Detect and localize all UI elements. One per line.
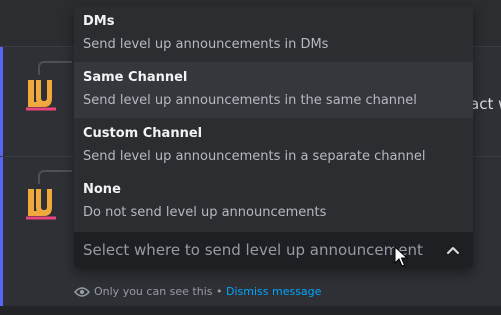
option-same-channel[interactable]: Same Channel Send level up announcements… [74,62,473,118]
ephemeral-note: Only you can see this [94,285,213,298]
option-label: Same Channel [83,70,188,85]
announcement-select[interactable]: Select where to send level up announceme… [74,232,473,268]
eye-icon [74,287,90,297]
option-label: None [83,182,121,197]
option-none[interactable]: None Do not send level up announcements [74,174,473,230]
select-placeholder: Select where to send level up announceme… [83,241,423,259]
message-text-fragment: act w [470,95,501,113]
bottom-strip [0,306,501,315]
option-description: Send level up announcements in a separat… [83,149,426,164]
footer-separator: • [216,285,223,298]
reply-connector [38,61,72,75]
option-description: Do not send level up announcements [83,205,327,220]
mouse-cursor-icon [394,246,408,267]
option-custom-channel[interactable]: Custom Channel Send level up announcemen… [74,118,473,174]
option-dms[interactable]: DMs Send level up announcements in DMs [74,6,473,62]
chevron-up-icon[interactable] [445,242,461,258]
ephemeral-footer: Only you can see this • Dismiss message [74,285,321,301]
option-label: DMs [83,14,115,29]
lu-logo-icon [26,189,56,220]
select-menu-dropdown[interactable]: DMs Send level up announcements in DMs S… [74,6,473,268]
bot-avatar[interactable] [22,74,62,114]
message-highlight-bar [0,46,3,156]
lu-logo-icon [26,80,56,111]
bot-avatar[interactable] [22,183,62,223]
option-description: Send level up announcements in the same … [83,93,417,108]
option-description: Send level up announcements in DMs [83,37,329,52]
option-label: Custom Channel [83,126,203,141]
dismiss-message-link[interactable]: Dismiss message [226,285,321,298]
message-highlight-bar [0,156,3,306]
reply-connector [38,170,72,184]
